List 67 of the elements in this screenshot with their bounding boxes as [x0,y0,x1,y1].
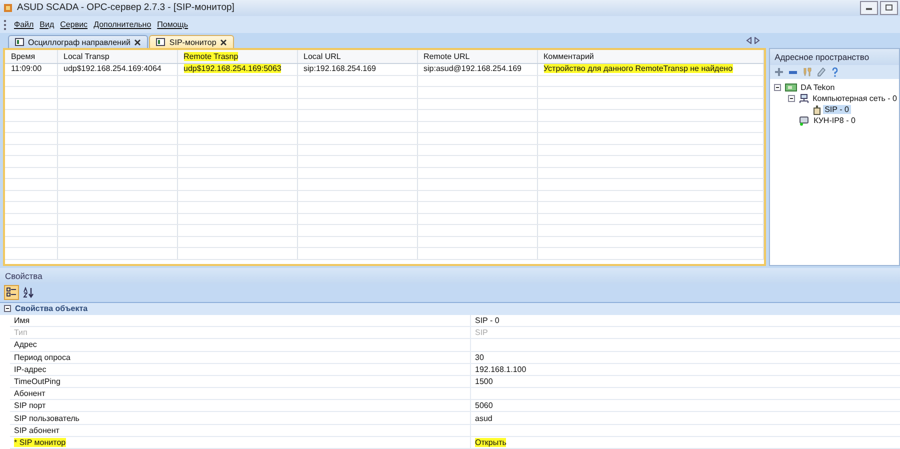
scroll-arrows-icon[interactable] [746,37,760,44]
table-cell: sip:192.168.254.169 [297,64,417,76]
board-icon [784,83,797,92]
categorized-icon [6,287,17,298]
panel-title: Свойства [5,270,42,281]
table-cell: 11:09:00 [5,64,57,76]
column-header[interactable]: Время [5,50,57,64]
table-cell: udp$192.168.254.169:4064 [57,64,177,76]
property-name: Абонент [14,389,46,398]
property-name: Имя [14,316,30,326]
column-header[interactable]: Local Transp [57,50,177,64]
tree-item[interactable]: DA Tekon [798,83,837,92]
property-name: TimeOutPing [14,376,60,386]
property-value[interactable]: asud [475,414,492,423]
property-name: * SIP монитор [14,438,66,447]
categorized-button[interactable] [4,285,19,300]
property-name: Адрес [14,340,37,350]
column-header[interactable]: Local URL [297,50,417,64]
tab[interactable]: Осциллограф направлений [8,35,148,48]
sort-button[interactable] [22,286,35,300]
window-icon [15,38,24,46]
menu-item[interactable]: Помощь [157,20,188,30]
grip-icon [4,20,8,30]
column-header[interactable]: Комментарий [537,50,764,64]
window-icon [156,38,166,46]
tree-item[interactable]: КУН-IP8 - 0 [812,116,858,126]
maximize-button[interactable] [880,0,898,15]
category-label: Свойства объекта [15,304,88,314]
window-title: ASUD SCADA - OPC-сервер 2.7.3 - [SIP-монитор] [17,2,234,14]
collapse-icon[interactable] [788,95,795,102]
property-value[interactable]: 192.168.1.100 [475,364,526,374]
phone-icon [798,116,810,126]
property-name: IP-адрес [14,364,46,374]
property-value[interactable]: 5060 [475,401,493,410]
property-value[interactable]: SIP - 0 [475,316,500,326]
close-icon[interactable] [220,38,228,46]
table-cell: sip:asud@192.168.254.169 [417,64,537,76]
close-icon[interactable] [134,38,142,46]
property-value[interactable]: 30 [475,352,484,362]
collapse-icon[interactable] [774,84,781,92]
collapse-icon[interactable] [4,305,11,312]
app-icon [3,2,13,13]
column-header[interactable]: Remote Trasnp [177,50,297,64]
column-header[interactable]: Remote URL [417,50,537,64]
menu-item[interactable]: Вид [40,20,54,30]
help-icon[interactable] [830,67,840,78]
property-name: SIP порт [14,401,46,410]
maximize-icon [885,4,893,12]
table-cell: udp$192.168.254.169:5063 [177,64,297,76]
menu-item[interactable]: Файл [14,20,34,30]
panel-title: Адресное пространство [774,52,870,62]
property-name: SIP пользователь [14,414,80,423]
property-value[interactable]: Открыть [475,438,506,447]
property-value[interactable]: 1500 [475,376,493,386]
minimize-button[interactable] [860,0,878,15]
tree-item[interactable]: SIP - 0 [822,105,851,114]
add-icon[interactable] [774,67,784,78]
menu-item[interactable]: Дополнительно [94,20,152,30]
device-icon [812,104,821,115]
tree-item[interactable]: Компьютерная сеть - 0 [810,94,899,104]
network-icon [798,94,809,104]
property-name: Тип [14,328,28,338]
sort-icon [23,287,34,298]
menu-item[interactable]: Сервис [60,20,88,30]
property-name: SIP абонент [14,426,60,435]
tab[interactable]: SIP-монитор [149,35,234,48]
property-name: Период опроса [14,352,70,362]
